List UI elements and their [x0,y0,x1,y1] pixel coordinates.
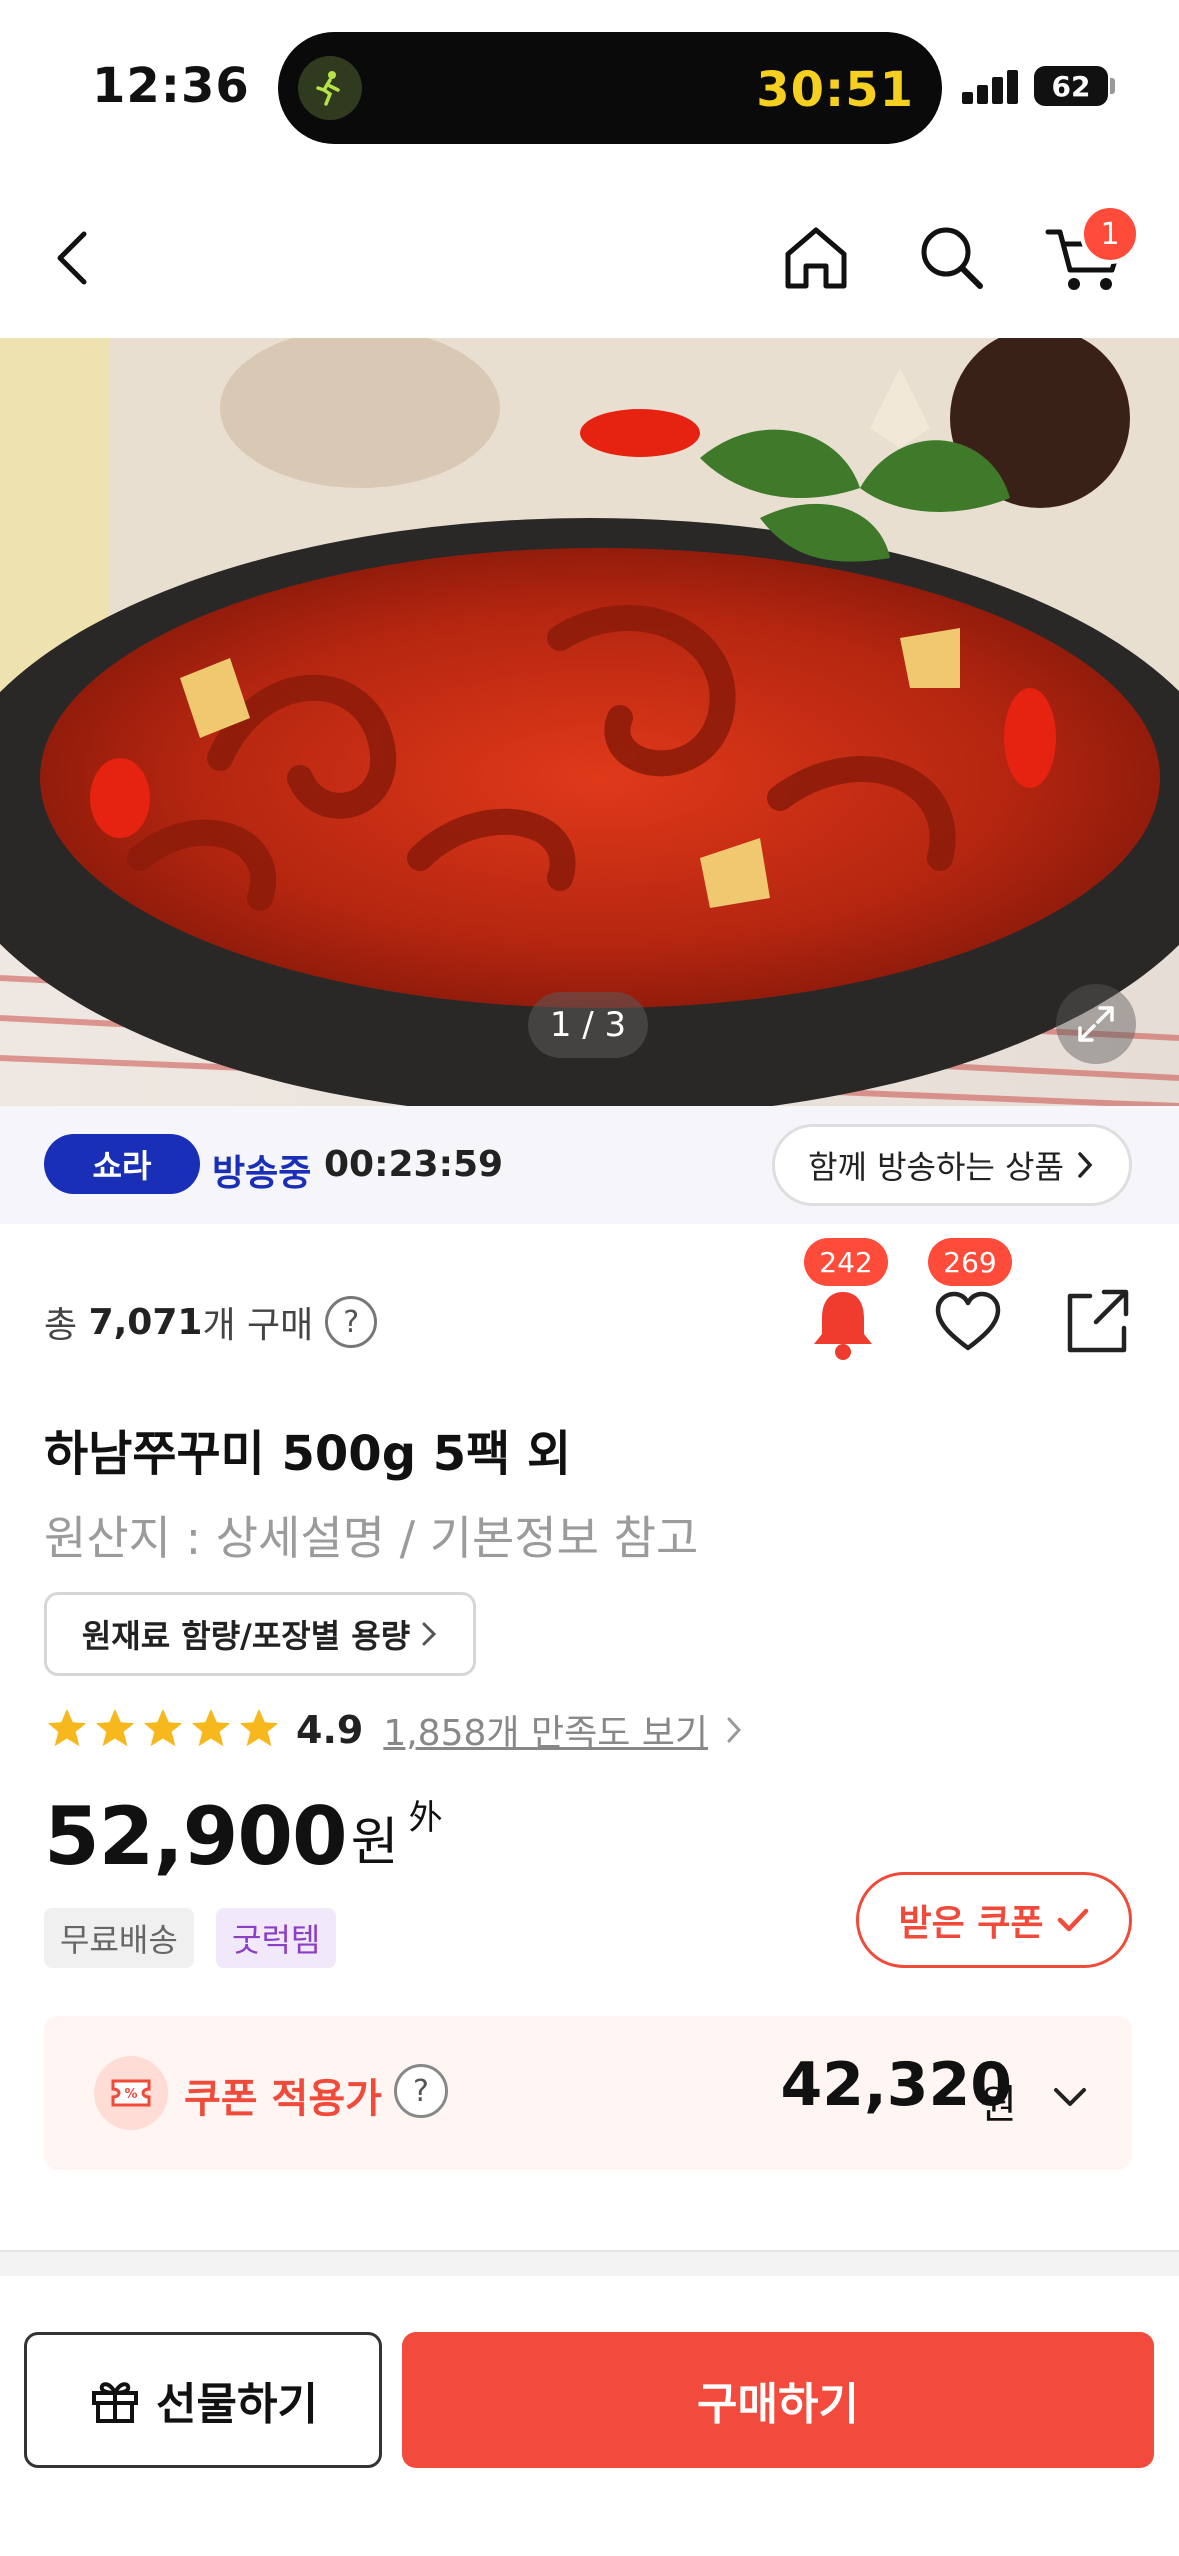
coupon-icon: % [94,2056,168,2130]
chevron-down-icon[interactable] [1046,2072,1094,2120]
status-bar: 12:36 30:51 62 [0,0,1179,160]
heart-icon[interactable] [932,1286,1004,1358]
back-icon[interactable] [44,218,104,298]
check-icon [1057,1908,1088,1932]
status-time: 12:36 [92,58,250,114]
together-broadcast-label: 함께 방송하는 상품 [808,1148,1064,1186]
expand-icon[interactable] [1056,984,1136,1064]
share-icon[interactable] [1060,1284,1134,1358]
price-unit: 원 [350,1813,399,1873]
bell-icon[interactable] [808,1284,878,1364]
coupon-price-box[interactable]: % 쿠폰 적용가 ? 42,320 원 [44,2016,1132,2170]
activity-timer: 30:51 [756,62,914,118]
battery-icon: 62 [1034,66,1108,106]
coupon-price-label: 쿠폰 적용가 [184,2076,382,2122]
coupon-price-unit: 원 [980,2082,1017,2128]
live-countdown: 00:23:59 [324,1144,504,1185]
activity-icon [298,56,362,120]
top-nav [0,178,1179,338]
tag-free-shipping: 무료배송 [44,1908,194,1968]
star-icon [95,1708,135,1747]
reviews-link[interactable]: 1,858개 만족도 보기 [383,1704,708,1756]
chevron-right-icon[interactable] [724,1715,744,1745]
gift-button[interactable]: 선물하기 [24,2332,382,2468]
coupon-help-icon[interactable]: ? [394,2064,448,2118]
gallery-pager: 1 / 3 [528,992,648,1058]
star-rating [44,1705,284,1755]
together-broadcast-button[interactable]: 함께 방송하는 상품 [772,1124,1132,1206]
purchase-count: 총 7,071 개 구매 ? [44,1296,378,1348]
raw-material-button[interactable]: 원재료 함량/포장별 용량 [44,1592,476,1676]
purchase-suffix: 개 구매 [202,1305,314,1346]
wish-count-badge: 269 [928,1238,1012,1286]
price-amount: 52,900 [44,1790,348,1883]
star-icon [239,1708,279,1747]
product-origin: 원산지 : 상세설명 / 기본정보 참고 [44,1511,699,1565]
star-icon [143,1708,183,1747]
battery-level: 62 [1051,69,1091,103]
star-icon [47,1708,87,1747]
signal-icon [962,68,1020,104]
section-divider [0,2250,1179,2276]
live-status: 방송중 [212,1153,312,1194]
product-photo [0,338,1179,1106]
product-title: 하남쭈꾸미 500g 5팩 외 [44,1426,572,1482]
live-broadcast-banner[interactable]: 쇼라 방송중 00:23:59 함께 방송하는 상품 [0,1106,1179,1224]
gift-label: 선물하기 [156,2379,318,2430]
dynamic-island[interactable]: 30:51 [278,32,942,144]
chevron-right-icon [1078,1152,1093,1178]
received-coupon-label: 받은 쿠폰 [898,1903,1044,1944]
gift-icon [92,2382,139,2423]
purchase-help-icon[interactable]: ? [325,1296,378,1348]
tag-goodluck: 굿럭템 [216,1908,337,1968]
price-extra: 外 [408,1798,443,1838]
buy-button[interactable]: 구매하기 [402,2332,1154,2468]
price: 52,900 원 外 [44,1790,443,1883]
star-icon [191,1708,231,1747]
live-channel-badge: 쇼라 [44,1134,200,1194]
received-coupon-button[interactable]: 받은 쿠폰 [856,1872,1132,1968]
coupon-price-amount: 42,320 [780,2050,1012,2120]
purchase-prefix: 총 [44,1305,78,1346]
raw-material-label: 원재료 함량/포장별 용량 [81,1617,411,1655]
search-icon[interactable] [912,218,992,298]
chevron-right-icon [422,1622,437,1646]
cart-count-badge: 1 [1080,204,1140,264]
battery-tip [1110,78,1115,94]
alarm-count-badge: 242 [804,1238,888,1286]
product-image-gallery[interactable] [0,338,1179,1106]
home-icon[interactable] [776,218,856,298]
purchase-count-value: 7,071 [88,1301,203,1343]
rating-row: 4.9 1,858개 만족도 보기 [44,1700,744,1760]
svg-text:%: % [124,2087,137,2102]
rating-score: 4.9 [296,1708,364,1752]
